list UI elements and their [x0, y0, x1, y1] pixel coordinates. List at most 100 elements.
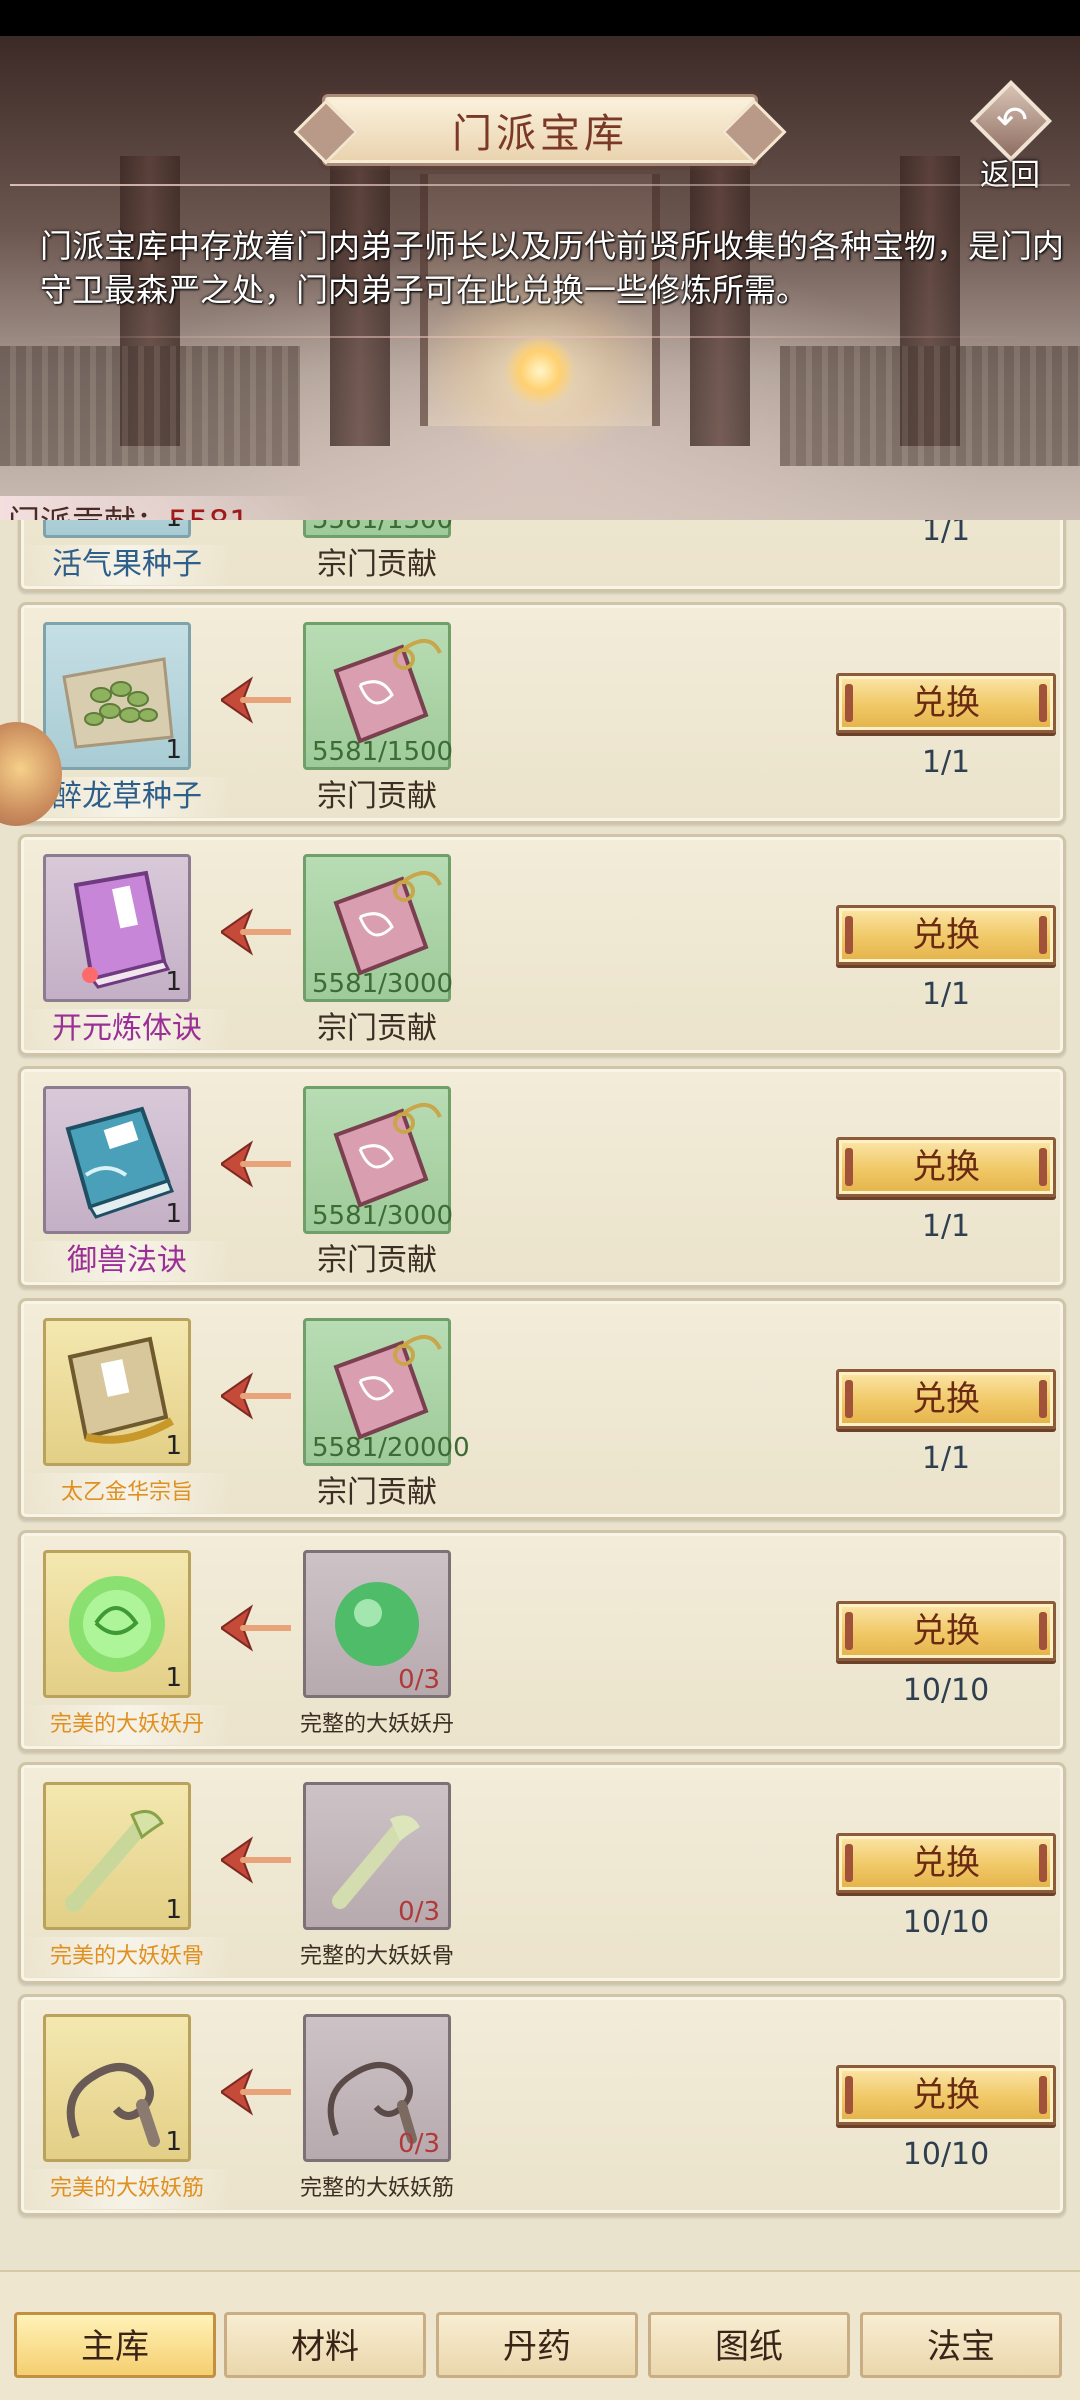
- contribution-value: 5581: [168, 503, 249, 520]
- exchange-row: 1活气果种子5581/1500宗门贡献兑换1/1: [18, 520, 1066, 592]
- contribution-label: 门派贡献：: [8, 503, 168, 520]
- exchange-button[interactable]: 兑换: [836, 1601, 1056, 1661]
- cost-slot[interactable]: 5581/3000: [303, 1086, 454, 1234]
- exchange-arrow-icon: [221, 2067, 291, 2117]
- tab-artifacts[interactable]: 法宝: [860, 2312, 1062, 2378]
- item-name: 完美的大妖妖骨: [21, 1937, 233, 1977]
- item-slot[interactable]: 1: [43, 622, 191, 770]
- cost-slot[interactable]: 0/3: [303, 1782, 451, 1930]
- exchange-limit: 10/10: [902, 2137, 990, 2172]
- item-quantity: 1: [165, 1663, 182, 1693]
- exchange-arrow-icon: [221, 1371, 291, 1421]
- altar-flame: [505, 336, 575, 406]
- exchange-limit: 1/1: [921, 520, 971, 548]
- exchange-limit: 1/1: [921, 1209, 971, 1244]
- item-slot[interactable]: 1: [43, 520, 191, 538]
- exchange-row: 1 完美的大妖妖筋 0/3 完整的大妖妖筋 兑换 10/10: [18, 1994, 1066, 2216]
- exchange-row: 1 御兽法诀 5581/3000 宗门贡献 兑换 1/1: [18, 1066, 1066, 1288]
- tab-main[interactable]: 主库: [14, 2312, 216, 2378]
- exchange-limit: 1/1: [921, 977, 971, 1012]
- tab-blueprints[interactable]: 图纸: [648, 2312, 850, 2378]
- cost-count: 0/3: [398, 1897, 440, 1927]
- item-quantity: 1: [165, 1199, 182, 1229]
- item-quantity: 1: [165, 2127, 182, 2157]
- item-name: 御兽法诀: [21, 1241, 233, 1281]
- exchange-button[interactable]: 兑换: [836, 1833, 1056, 1893]
- divider: [30, 336, 1030, 338]
- item-name: 开元炼体诀: [21, 1009, 233, 1049]
- exchange-limit: 10/10: [902, 1905, 990, 1940]
- exchange-row: 1 完美的大妖妖骨 0/3 完整的大妖妖骨 兑换 10/10: [18, 1762, 1066, 1984]
- cost-count: 5581/3000: [312, 969, 454, 999]
- treasury-header: 门派宝库 ↶ 返回 门派宝库中存放着门内弟子师长以及历代前贤所收集的各种宝物，是…: [0, 36, 1080, 520]
- item-quantity: 1: [165, 520, 182, 533]
- tab-materials[interactable]: 材料: [224, 2312, 426, 2378]
- status-bar: [0, 0, 1080, 36]
- cost-name: 宗门贡献: [317, 1475, 437, 1510]
- back-label: 返回: [980, 158, 1040, 193]
- item-name: 活气果种子: [21, 545, 233, 585]
- item-name: 完美的大妖妖丹: [21, 1705, 233, 1745]
- cost-count: 5581/3000: [312, 1201, 454, 1231]
- page-title: 门派宝库: [452, 111, 628, 157]
- exchange-row: 1 太乙金华宗旨 5581/20000 宗门贡献 兑换 1/1: [18, 1298, 1066, 1520]
- item-slot[interactable]: 1: [43, 854, 191, 1002]
- item-name: 太乙金华宗旨: [21, 1473, 233, 1513]
- exchange-limit: 1/1: [921, 745, 971, 780]
- exchange-list[interactable]: 1活气果种子5581/1500宗门贡献兑换1/11醉龙草种子5581/1500宗…: [0, 520, 1080, 2270]
- title-banner: 门派宝库: [322, 94, 758, 166]
- exchange-row: 1 开元炼体诀 5581/3000 宗门贡献 兑换 1/1: [18, 834, 1066, 1056]
- exchange-button[interactable]: 兑换: [836, 673, 1056, 733]
- item-quantity: 1: [165, 735, 182, 765]
- contribution-display: 门派贡献：5581: [0, 496, 320, 520]
- cost-count: 5581/1500: [312, 520, 454, 535]
- item-quantity: 1: [165, 967, 182, 997]
- exchange-button[interactable]: 兑换: [836, 905, 1056, 965]
- item-slot[interactable]: 1: [43, 1550, 191, 1698]
- cost-name: 宗门贡献: [317, 1011, 437, 1046]
- cost-name: 宗门贡献: [317, 547, 437, 582]
- item-slot[interactable]: 1: [43, 1318, 191, 1466]
- exchange-button[interactable]: 兑换: [836, 2065, 1056, 2125]
- cost-name: 宗门贡献: [317, 1243, 437, 1278]
- cost-slot[interactable]: 5581/3000: [303, 854, 454, 1002]
- exchange-arrow-icon: [221, 1835, 291, 1885]
- hall-shelf: [780, 346, 1080, 466]
- cost-count: 5581/20000: [312, 1433, 470, 1463]
- item-quantity: 1: [165, 1895, 182, 1925]
- cost-name: 完整的大妖妖筋: [299, 2176, 454, 2201]
- cost-slot[interactable]: 5581/20000: [303, 1318, 470, 1466]
- exchange-limit: 1/1: [921, 1441, 971, 1476]
- cost-slot[interactable]: 0/3: [303, 2014, 451, 2162]
- exchange-limit: 10/10: [902, 1673, 990, 1708]
- exchange-row: 1 完美的大妖妖丹 0/3 完整的大妖妖丹 兑换 10/10: [18, 1530, 1066, 1752]
- category-tabbar: 主库 材料 丹药 图纸 法宝: [0, 2270, 1080, 2400]
- back-arrow-icon: ↶: [996, 98, 1028, 142]
- exchange-arrow-icon: [221, 907, 291, 957]
- item-slot[interactable]: 1: [43, 1782, 191, 1930]
- exchange-arrow-icon: [221, 675, 291, 725]
- exchange-button[interactable]: 兑换: [836, 1137, 1056, 1197]
- item-slot[interactable]: 1: [43, 2014, 191, 2162]
- cost-name: 完整的大妖妖骨: [299, 1944, 454, 1969]
- exchange-button[interactable]: 兑换: [836, 1369, 1056, 1429]
- cost-name: 完整的大妖妖丹: [299, 1712, 454, 1737]
- cost-slot[interactable]: 5581/1500: [303, 622, 454, 770]
- back-button[interactable]: ↶ 返回: [960, 79, 1060, 193]
- cost-count: 0/3: [398, 2129, 440, 2159]
- cost-slot[interactable]: 0/3: [303, 1550, 451, 1698]
- hall-shelf: [0, 346, 300, 466]
- exchange-row: 1 醉龙草种子 5581/1500 宗门贡献 兑换 1/1: [18, 602, 1066, 824]
- cost-count: 0/3: [398, 1665, 440, 1695]
- cost-count: 5581/1500: [312, 737, 454, 767]
- tab-pills[interactable]: 丹药: [436, 2312, 638, 2378]
- exchange-arrow-icon: [221, 1139, 291, 1189]
- cost-name: 宗门贡献: [317, 779, 437, 814]
- item-quantity: 1: [165, 1431, 182, 1461]
- treasury-description: 门派宝库中存放着门内弟子师长以及历代前贤所收集的各种宝物，是门内守卫最森严之处，…: [40, 227, 1065, 309]
- divider: [10, 184, 1070, 186]
- cost-slot[interactable]: 5581/1500: [303, 520, 454, 538]
- item-slot[interactable]: 1: [43, 1086, 191, 1234]
- exchange-arrow-icon: [221, 1603, 291, 1653]
- item-name: 完美的大妖妖筋: [21, 2169, 233, 2209]
